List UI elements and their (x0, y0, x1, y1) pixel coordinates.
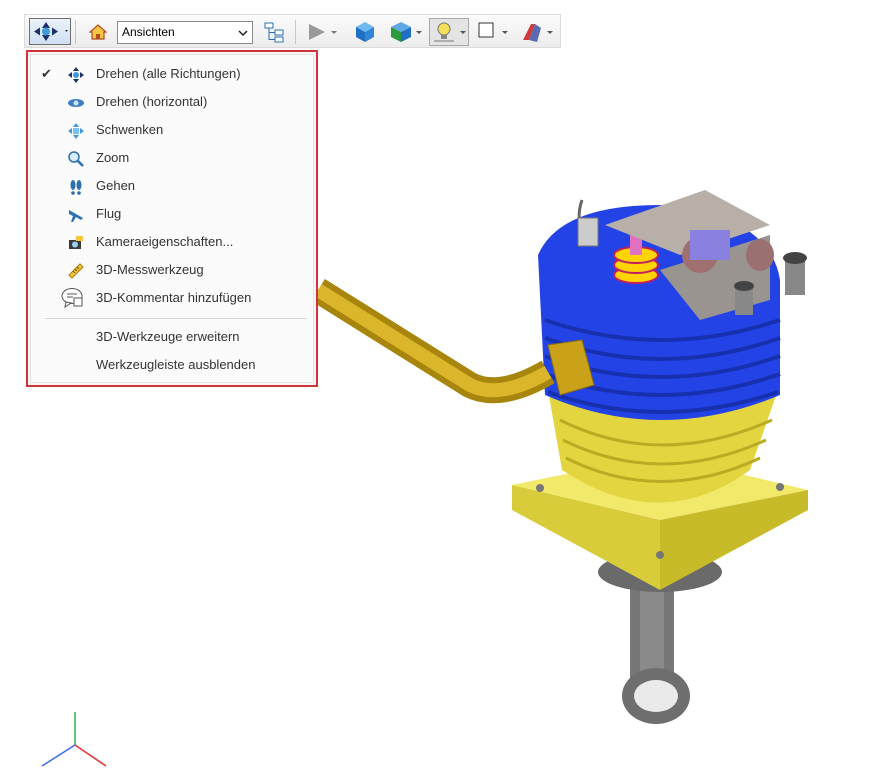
tool-menu-panel: ✔ Drehen (alle Richtungen) Drehen (horiz… (30, 54, 314, 383)
camera-icon (69, 236, 83, 249)
play-icon (309, 24, 337, 40)
menu-item-label: Kameraeigenschaften... (96, 234, 234, 249)
menu-item-label: Flug (96, 206, 122, 221)
menu-item-label: 3D-Werkzeuge erweitern (96, 329, 240, 344)
background-icon (478, 22, 508, 38)
views-dropdown-value: Ansichten (122, 25, 175, 39)
menu-item-label: Drehen (horizontal) (96, 94, 208, 109)
menu-item-label: 3D-Messwerkzeug (96, 262, 204, 277)
3d-toolbar: Ansichten (24, 14, 561, 48)
home-icon (88, 24, 108, 40)
menu-item-fly[interactable]: Flug (39, 202, 309, 226)
menu-item-pan[interactable]: Schwenken (39, 118, 309, 142)
rotate-tool-icon (34, 22, 68, 41)
pan-icon (68, 123, 84, 139)
model-tree-button[interactable] (263, 21, 285, 43)
menu-item-3d-measure[interactable]: 3D-Messwerkzeug (39, 258, 309, 282)
menu-item-rotate-all[interactable]: ✔ Drehen (alle Richtungen) (39, 62, 309, 86)
cube-color-icon (391, 22, 422, 42)
toolbar-separator (295, 20, 296, 44)
lighting-button[interactable] (429, 18, 469, 46)
menu-item-add-3d-comment[interactable]: 3D-Kommentar hinzufügen (39, 286, 309, 310)
views-dropdown[interactable]: Ansichten (117, 21, 253, 44)
menu-item-label: Drehen (alle Richtungen) (96, 66, 241, 81)
cross-section-button[interactable] (519, 20, 557, 44)
default-view-button[interactable] (353, 20, 377, 44)
walk-icon (70, 180, 82, 195)
spark-plug (577, 199, 599, 247)
axis-triad-icon (41, 712, 107, 767)
measure-icon (68, 263, 84, 279)
rotate-horizontal-icon (68, 99, 84, 107)
menu-item-label: Schwenken (96, 122, 164, 137)
tool-menu: ✔ Drehen (alle Richtungen) Drehen (horiz… (26, 50, 318, 387)
render-mode-button[interactable] (387, 20, 425, 44)
fly-icon (69, 210, 83, 222)
rotate-tool-button[interactable] (29, 18, 71, 45)
menu-item-zoom[interactable]: Zoom (39, 146, 309, 170)
menu-item-label: Zoom (96, 150, 130, 165)
home-button[interactable] (88, 23, 108, 41)
background-color-button[interactable] (477, 21, 513, 43)
menu-item-rotate-horizontal[interactable]: Drehen (horizontal) (39, 90, 309, 114)
menu-item-label: Werkzeugleiste ausblenden (96, 357, 256, 372)
toolbar-separator (75, 20, 76, 44)
play-button[interactable] (307, 22, 341, 42)
menu-item-label: Gehen (96, 178, 136, 193)
menu-item-walk[interactable]: Gehen (39, 174, 309, 198)
zoom-icon (68, 151, 84, 167)
menu-separator (45, 318, 307, 319)
comment-icon (61, 288, 83, 309)
menu-item-expand-3d-tools[interactable]: 3D-Werkzeuge erweitern (39, 325, 309, 349)
menu-item-hide-toolbar[interactable]: Werkzeugleiste ausblenden (39, 353, 309, 377)
rotate-all-icon (68, 67, 84, 83)
check-icon: ✔ (41, 66, 52, 81)
menu-item-camera-properties[interactable]: Kameraeigenschaften... (39, 230, 309, 254)
chevron-down-icon (238, 30, 248, 36)
model-tree-icon (264, 22, 284, 43)
menu-item-label: 3D-Kommentar hinzufügen (96, 290, 252, 305)
cross-section-icon (523, 24, 553, 42)
cube-icon (356, 22, 374, 42)
lighting-icon (434, 22, 466, 42)
